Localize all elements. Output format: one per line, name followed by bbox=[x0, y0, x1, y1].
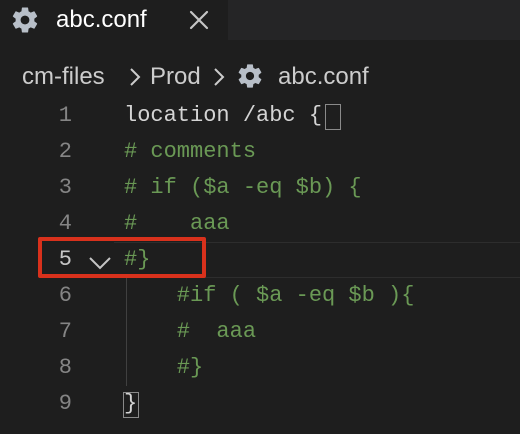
code-line: 2 # comments bbox=[0, 134, 520, 170]
code-line: 6 #if ( $a -eq $b ){ bbox=[0, 278, 520, 314]
line-number: 7 bbox=[58, 319, 72, 344]
gear-icon bbox=[12, 7, 38, 33]
tab-bar: abc.conf bbox=[0, 0, 520, 40]
chevron-right-icon bbox=[214, 68, 225, 86]
line-text: # comments bbox=[124, 139, 257, 164]
breadcrumb-item-prod[interactable]: Prod bbox=[150, 61, 201, 93]
indent-guide bbox=[126, 278, 127, 386]
breadcrumb: cm-files Prod abc.conf bbox=[0, 58, 520, 94]
line-number: 8 bbox=[58, 355, 72, 380]
line-number: 1 bbox=[58, 103, 72, 128]
breadcrumb-item-cm-files[interactable]: cm-files bbox=[22, 61, 105, 93]
code-line: 9 } bbox=[0, 386, 520, 422]
tab-abc-conf[interactable]: abc.conf bbox=[0, 0, 228, 40]
gear-icon bbox=[238, 64, 262, 88]
line-text: # aaa bbox=[124, 319, 257, 344]
line-number: 6 bbox=[58, 283, 72, 308]
line-number: 9 bbox=[58, 391, 72, 416]
code-line: 3 # if ($a -eq $b) { bbox=[0, 170, 520, 206]
chevron-right-icon bbox=[130, 68, 141, 86]
bracket-match-highlight bbox=[325, 104, 341, 130]
line-text: location /abc { bbox=[124, 103, 323, 128]
line-number: 3 bbox=[58, 175, 72, 200]
close-icon[interactable] bbox=[186, 7, 212, 33]
code-line: 1 location /abc { bbox=[0, 98, 520, 134]
line-text: # if ($a -eq $b) { bbox=[124, 175, 362, 200]
code-line: 7 # aaa bbox=[0, 314, 520, 350]
line-text: #} bbox=[124, 355, 204, 380]
line-number: 2 bbox=[58, 139, 72, 164]
code-line: 8 #} bbox=[0, 350, 520, 386]
line-text: #if ( $a -eq $b ){ bbox=[124, 283, 415, 308]
bracket-match-highlight bbox=[123, 392, 139, 418]
code-editor[interactable]: 1 location /abc { 2 # comments 3 # if ($… bbox=[0, 98, 520, 434]
tab-label: abc.conf bbox=[56, 6, 147, 33]
annotation-highlight-box bbox=[38, 237, 206, 278]
breadcrumb-item-abc-conf[interactable]: abc.conf bbox=[278, 61, 369, 93]
